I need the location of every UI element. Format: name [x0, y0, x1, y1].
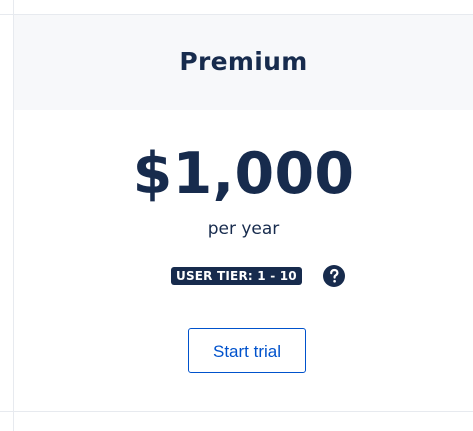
- bottom-divider: [0, 411, 473, 412]
- user-tier-badge: USER TIER: 1 - 10: [171, 267, 302, 285]
- plan-header: Premium: [14, 15, 473, 110]
- plan-price: $1,000: [132, 141, 355, 207]
- question-circle-icon[interactable]: [322, 264, 346, 288]
- billing-period: per year: [207, 219, 280, 239]
- start-trial-button[interactable]: Start trial: [188, 328, 306, 373]
- user-tier-row: USER TIER: 1 - 10: [171, 264, 346, 288]
- plan-title: Premium: [179, 46, 308, 76]
- pricing-card: Premium $1,000 per year USER TIER: 1 - 1…: [0, 0, 473, 431]
